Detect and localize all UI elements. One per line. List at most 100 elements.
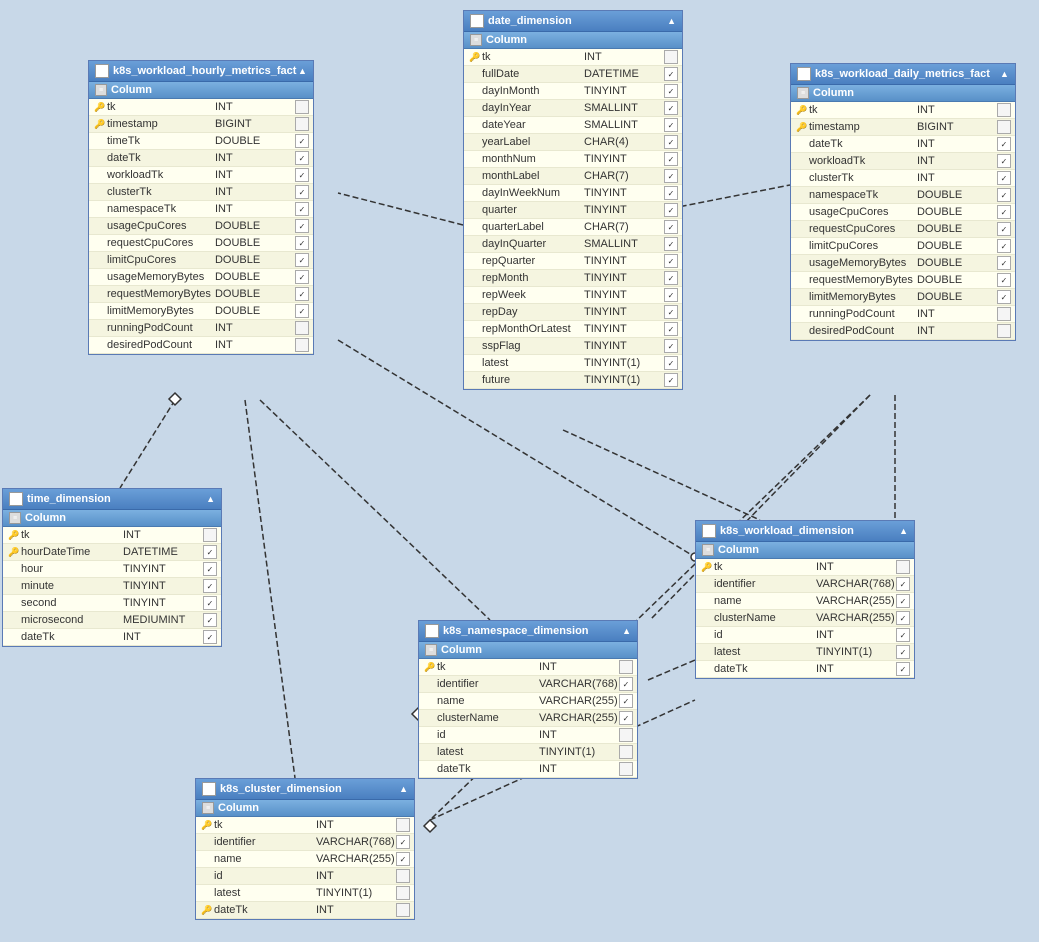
table-row[interactable]: 🔑timestampBIGINT xyxy=(791,119,1015,136)
table-row[interactable]: limitMemoryBytesDOUBLE xyxy=(89,303,313,320)
column-checkbox[interactable] xyxy=(664,152,678,166)
table-row[interactable]: idINT xyxy=(196,868,414,885)
sort-arrow-icon[interactable]: ▲ xyxy=(622,626,631,636)
table-row[interactable]: 🔑timestampBIGINT xyxy=(89,116,313,133)
column-checkbox[interactable] xyxy=(997,290,1011,304)
table-title-date_dimension[interactable]: ▦date_dimension▲ xyxy=(464,11,682,32)
sort-arrow-icon[interactable]: ▲ xyxy=(399,784,408,794)
column-checkbox[interactable] xyxy=(295,321,309,335)
column-checkbox[interactable] xyxy=(896,628,910,642)
column-checkbox[interactable] xyxy=(997,222,1011,236)
column-checkbox[interactable] xyxy=(896,662,910,676)
table-row[interactable]: monthNumTINYINT xyxy=(464,151,682,168)
column-checkbox[interactable] xyxy=(203,596,217,610)
table-row[interactable]: dayInQuarterSMALLINT xyxy=(464,236,682,253)
table-row[interactable]: repQuarterTINYINT xyxy=(464,253,682,270)
table-row[interactable]: 🔑tkINT xyxy=(791,102,1015,119)
column-checkbox[interactable] xyxy=(664,373,678,387)
table-row[interactable]: identifierVARCHAR(768) xyxy=(419,676,637,693)
column-checkbox[interactable] xyxy=(896,594,910,608)
table-row[interactable]: dayInYearSMALLINT xyxy=(464,100,682,117)
column-checkbox[interactable] xyxy=(203,613,217,627)
column-checkbox[interactable] xyxy=(295,117,309,131)
table-row[interactable]: secondTINYINT xyxy=(3,595,221,612)
column-checkbox[interactable] xyxy=(896,560,910,574)
column-checkbox[interactable] xyxy=(664,203,678,217)
column-checkbox[interactable] xyxy=(997,205,1011,219)
column-checkbox[interactable] xyxy=(619,694,633,708)
table-row[interactable]: requestMemoryBytesDOUBLE xyxy=(791,272,1015,289)
sort-arrow-icon[interactable]: ▲ xyxy=(899,526,908,536)
table-row[interactable]: repDayTINYINT xyxy=(464,304,682,321)
column-checkbox[interactable] xyxy=(203,545,217,559)
column-checkbox[interactable] xyxy=(997,188,1011,202)
column-checkbox[interactable] xyxy=(664,339,678,353)
table-row[interactable]: clusterTkINT xyxy=(791,170,1015,187)
table-row[interactable]: usageMemoryBytesDOUBLE xyxy=(89,269,313,286)
column-checkbox[interactable] xyxy=(664,135,678,149)
column-checkbox[interactable] xyxy=(396,835,410,849)
table-row[interactable]: clusterNameVARCHAR(255) xyxy=(419,710,637,727)
table-row[interactable]: clusterNameVARCHAR(255) xyxy=(696,610,914,627)
table-row[interactable]: nameVARCHAR(255) xyxy=(196,851,414,868)
column-checkbox[interactable] xyxy=(664,186,678,200)
table-row[interactable]: 🔑tkINT xyxy=(89,99,313,116)
column-checkbox[interactable] xyxy=(664,84,678,98)
column-checkbox[interactable] xyxy=(295,168,309,182)
column-checkbox[interactable] xyxy=(664,271,678,285)
table-row[interactable]: namespaceTkDOUBLE xyxy=(791,187,1015,204)
column-checkbox[interactable] xyxy=(295,134,309,148)
table-row[interactable]: 🔑hourDateTimeDATETIME xyxy=(3,544,221,561)
table-row[interactable]: identifierVARCHAR(768) xyxy=(696,576,914,593)
table-title-k8s_workload_hourly_metrics_fact[interactable]: ▦k8s_workload_hourly_metrics_fact▲ xyxy=(89,61,313,82)
table-row[interactable]: 🔑tkINT xyxy=(696,559,914,576)
table-row[interactable]: futureTINYINT(1) xyxy=(464,372,682,389)
sort-arrow-icon[interactable]: ▲ xyxy=(206,494,215,504)
column-checkbox[interactable] xyxy=(997,103,1011,117)
column-checkbox[interactable] xyxy=(997,239,1011,253)
table-row[interactable]: dayInWeekNumTINYINT xyxy=(464,185,682,202)
table-row[interactable]: quarterTINYINT xyxy=(464,202,682,219)
column-checkbox[interactable] xyxy=(664,254,678,268)
column-checkbox[interactable] xyxy=(295,202,309,216)
column-checkbox[interactable] xyxy=(896,645,910,659)
table-row[interactable]: idINT xyxy=(696,627,914,644)
table-row[interactable]: dateTkINT xyxy=(696,661,914,678)
table-row[interactable]: repMonthTINYINT xyxy=(464,270,682,287)
column-checkbox[interactable] xyxy=(396,903,410,917)
column-checkbox[interactable] xyxy=(664,305,678,319)
table-row[interactable]: nameVARCHAR(255) xyxy=(419,693,637,710)
table-title-k8s_workload_daily_metrics_fact[interactable]: ▦k8s_workload_daily_metrics_fact▲ xyxy=(791,64,1015,85)
table-row[interactable]: 🔑tkINT xyxy=(3,527,221,544)
column-checkbox[interactable] xyxy=(295,270,309,284)
column-checkbox[interactable] xyxy=(619,711,633,725)
table-row[interactable]: requestCpuCoresDOUBLE xyxy=(791,221,1015,238)
table-row[interactable]: clusterTkINT xyxy=(89,184,313,201)
table-row[interactable]: sspFlagTINYINT xyxy=(464,338,682,355)
column-checkbox[interactable] xyxy=(619,762,633,776)
column-checkbox[interactable] xyxy=(664,101,678,115)
table-row[interactable]: dateTkINT xyxy=(419,761,637,778)
table-row[interactable]: nameVARCHAR(255) xyxy=(696,593,914,610)
column-checkbox[interactable] xyxy=(664,50,678,64)
column-checkbox[interactable] xyxy=(664,356,678,370)
column-checkbox[interactable] xyxy=(295,304,309,318)
column-checkbox[interactable] xyxy=(997,324,1011,338)
table-row[interactable]: usageCpuCoresDOUBLE xyxy=(791,204,1015,221)
table-title-k8s_cluster_dimension[interactable]: ▦k8s_cluster_dimension▲ xyxy=(196,779,414,800)
table-row[interactable]: 🔑tkINT xyxy=(419,659,637,676)
table-row[interactable]: repWeekTINYINT xyxy=(464,287,682,304)
table-row[interactable]: quarterLabelCHAR(7) xyxy=(464,219,682,236)
table-row[interactable]: latestTINYINT(1) xyxy=(464,355,682,372)
table-row[interactable]: hourTINYINT xyxy=(3,561,221,578)
table-row[interactable]: limitCpuCoresDOUBLE xyxy=(791,238,1015,255)
table-row[interactable]: limitCpuCoresDOUBLE xyxy=(89,252,313,269)
column-checkbox[interactable] xyxy=(896,577,910,591)
column-checkbox[interactable] xyxy=(619,745,633,759)
table-row[interactable]: runningPodCountINT xyxy=(791,306,1015,323)
column-checkbox[interactable] xyxy=(203,630,217,644)
table-row[interactable]: identifierVARCHAR(768) xyxy=(196,834,414,851)
column-checkbox[interactable] xyxy=(396,818,410,832)
column-checkbox[interactable] xyxy=(997,171,1011,185)
table-title-k8s_workload_dimension[interactable]: ▦k8s_workload_dimension▲ xyxy=(696,521,914,542)
